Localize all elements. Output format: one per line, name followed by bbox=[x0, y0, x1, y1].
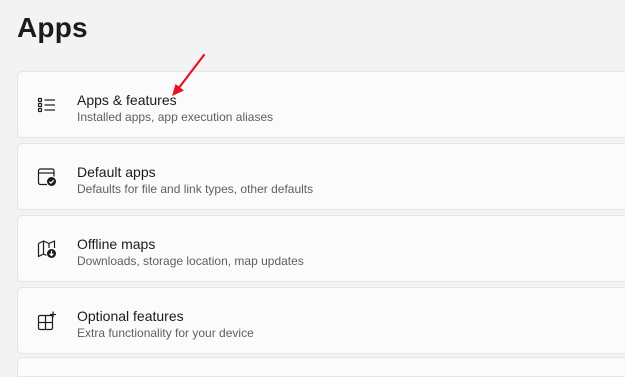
item-title: Optional features bbox=[77, 308, 184, 324]
next-settings-item[interactable] bbox=[17, 357, 625, 377]
offline-maps-item[interactable]: Offline maps Downloads, storage location… bbox=[17, 215, 625, 282]
item-title: Apps & features bbox=[77, 92, 177, 108]
map-download-icon bbox=[36, 238, 58, 260]
default-apps-icon bbox=[36, 166, 58, 188]
item-subtitle: Downloads, storage location, map updates bbox=[77, 254, 304, 268]
list-icon bbox=[36, 94, 58, 116]
item-subtitle: Defaults for file and link types, other … bbox=[77, 182, 314, 196]
optional-features-item[interactable]: Optional features Extra functionality fo… bbox=[17, 287, 625, 354]
default-apps-item[interactable]: Default apps Defaults for file and link … bbox=[17, 143, 625, 210]
add-features-icon bbox=[36, 310, 58, 332]
page-title: Apps bbox=[17, 12, 88, 43]
item-subtitle: Extra functionality for your device bbox=[77, 326, 254, 340]
item-title: Default apps bbox=[77, 164, 156, 180]
item-title: Offline maps bbox=[77, 236, 156, 252]
item-subtitle: Installed apps, app execution aliases bbox=[77, 110, 274, 124]
apps-and-features-item[interactable]: Apps & features Installed apps, app exec… bbox=[17, 71, 625, 138]
